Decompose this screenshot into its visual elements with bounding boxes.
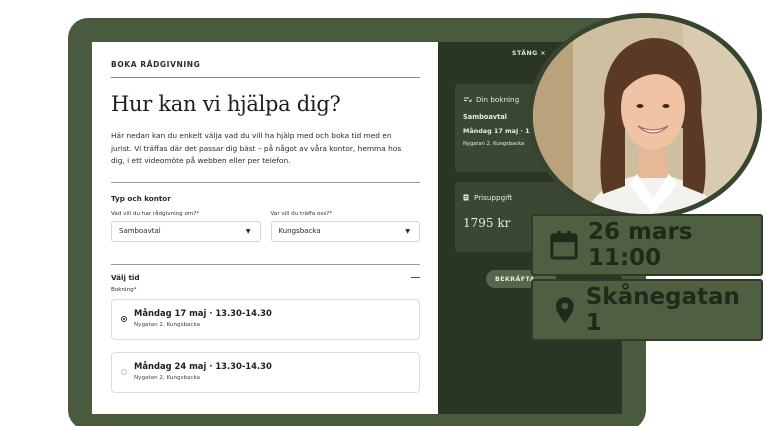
radio-selected[interactable] <box>121 315 127 322</box>
topic-select-value: Samboavtal <box>119 227 161 236</box>
place-chip-text: Skånegatan 1 <box>585 284 740 336</box>
calendar-icon <box>550 231 578 260</box>
price-card-title: Prisuppgift <box>474 193 513 202</box>
time-slot-title: Måndag 24 maj · 13.30-14.30 <box>134 360 272 371</box>
divider <box>111 181 420 183</box>
time-slot-address: Nygatan 2, Kungsbacka <box>134 321 201 328</box>
office-field-group: Var vill du träffa oss?* Kungsbacka ▼ <box>270 210 420 242</box>
place-chip: Skånegatan 1 <box>531 279 763 341</box>
date-chip: 26 mars 11:00 <box>531 214 763 276</box>
close-button[interactable]: STÄNG × <box>512 50 546 57</box>
collapse-icon[interactable] <box>411 276 420 278</box>
booking-card-title: Din bokning <box>476 95 520 104</box>
eyebrow-heading: BOKA RÅDGIVNING <box>111 60 201 69</box>
booking-icon <box>464 97 472 103</box>
topic-field-group: Vad vill du har rådgivning om?* Samboavt… <box>111 211 261 242</box>
section-title-time: Välj tid <box>111 272 140 282</box>
time-slot-address: Nygatan 2, Kungsbacka <box>134 374 201 381</box>
caret-down-icon: ▼ <box>405 227 410 235</box>
section-title-type: Typ och kontor <box>111 193 171 203</box>
intro-text: Här nedan kan du enkelt välja vad du vil… <box>111 131 402 166</box>
page-title: Hur kan vi hjälpa dig? <box>111 92 341 116</box>
type-row: Vad vill du har rådgivning om?* Samboavt… <box>111 211 420 242</box>
radio-unselected[interactable] <box>121 368 127 375</box>
topic-select[interactable]: Samboavtal ▼ <box>111 220 261 242</box>
booking-app-mockup: BOKA RÅDGIVNING Hur kan vi hjälpa dig? H… <box>0 0 766 426</box>
divider <box>111 263 420 265</box>
time-section-header[interactable]: Välj tid <box>111 273 420 282</box>
booking-form: BOKA RÅDGIVNING Hur kan vi hjälpa dig? H… <box>92 42 438 414</box>
time-slot[interactable]: Måndag 17 maj · 13.30-14.30 Nygatan 2, K… <box>111 298 420 340</box>
price-icon <box>463 194 469 201</box>
office-select-value: Kungsbacka <box>278 227 321 236</box>
booking-label: Bokning* <box>111 286 137 293</box>
location-pin-icon <box>556 297 574 323</box>
office-select[interactable]: Kungsbacka ▼ <box>270 220 420 242</box>
time-slot[interactable]: Måndag 24 maj · 13.30-14.30 Nygatan 2, K… <box>111 351 420 393</box>
date-chip-text: 26 mars 11:00 <box>587 219 693 271</box>
caret-down-icon: ▼ <box>245 227 251 235</box>
time-slot-title: Måndag 17 maj · 13.30-14.30 <box>134 307 272 318</box>
topic-field-label: Vad vill du har rådgivning om?* <box>111 210 200 217</box>
advisor-photo <box>533 18 757 214</box>
advisor-portrait <box>528 13 762 219</box>
divider <box>111 77 420 78</box>
office-field-label: Var vill du träffa oss?* <box>270 210 333 217</box>
